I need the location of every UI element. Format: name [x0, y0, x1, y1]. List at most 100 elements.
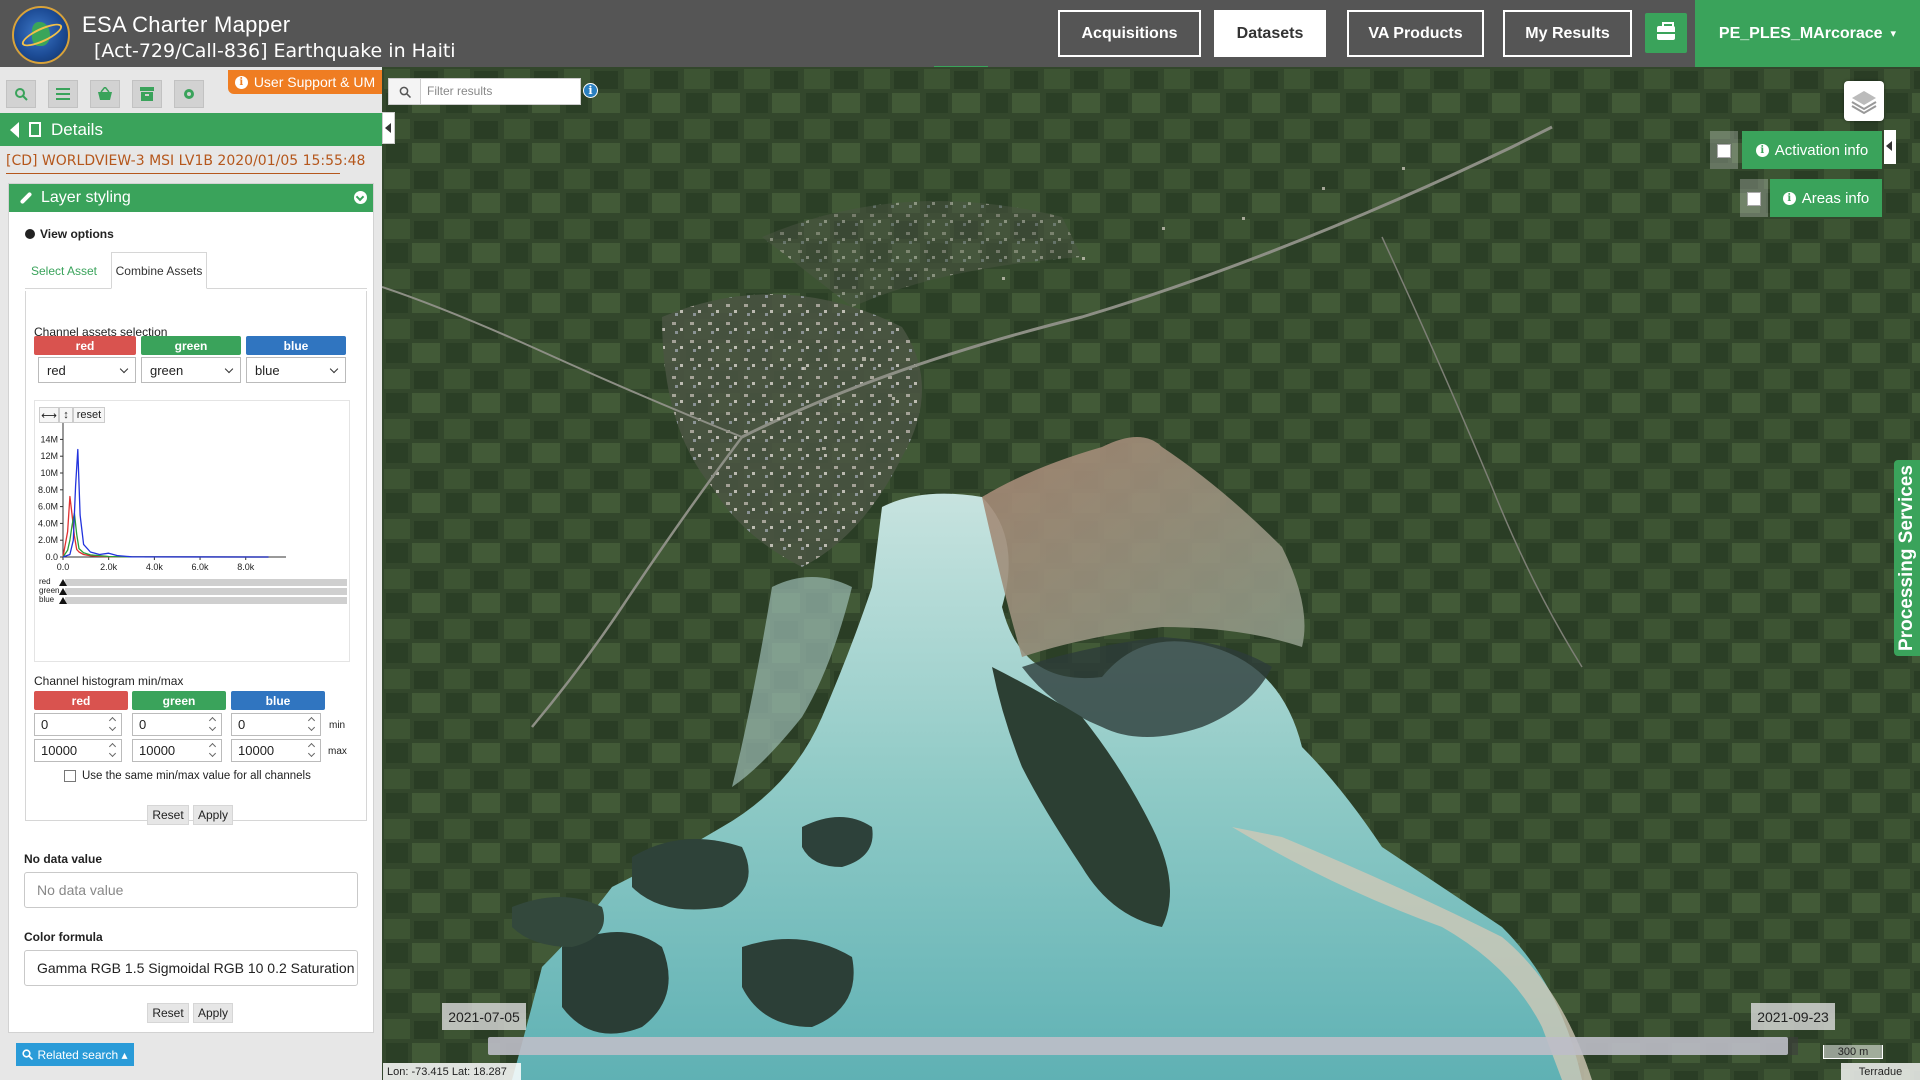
- blue-min-input[interactable]: 0: [231, 713, 321, 736]
- search-tool-button[interactable]: [6, 80, 36, 108]
- spinner-icon[interactable]: [209, 717, 217, 732]
- filter-info-icon[interactable]: i: [583, 83, 598, 98]
- filter-results-input[interactable]: Filter results: [427, 84, 492, 98]
- chevron-down-icon: [224, 364, 234, 374]
- layer-styling-header[interactable]: Layer styling: [9, 184, 373, 212]
- back-arrow-icon[interactable]: [10, 121, 19, 138]
- blue-max-value: 10000: [238, 743, 275, 758]
- tab-combine-assets[interactable]: Combine Assets: [111, 252, 207, 289]
- green-min-input[interactable]: 0: [132, 713, 222, 736]
- nav-my-results[interactable]: My Results: [1503, 10, 1632, 57]
- green-max-input[interactable]: 10000: [132, 739, 222, 762]
- archive-tool-button[interactable]: [132, 80, 162, 108]
- tab-select-asset[interactable]: Select Asset: [25, 252, 103, 289]
- spinner-icon[interactable]: [308, 743, 316, 758]
- chevron-down-icon: [329, 364, 339, 374]
- blue-max-input[interactable]: 10000: [231, 739, 321, 762]
- info-icon: i: [1782, 191, 1796, 205]
- collapse-icon[interactable]: [354, 191, 367, 204]
- channel-chip-blue: blue: [246, 336, 346, 355]
- histogram-box: ⟷ ↕ reset 0.0 2.0M 4.0M 6.0M 8.0M 10M 12M 14M 0.…: [34, 400, 350, 662]
- eye-icon: [25, 229, 35, 239]
- pan-vertical-button[interactable]: ↕: [59, 407, 73, 423]
- nav-va-products[interactable]: VA Products: [1347, 10, 1484, 57]
- filter-results-box[interactable]: Filter results: [388, 78, 581, 105]
- areas-info-button[interactable]: i Areas info: [1770, 179, 1882, 217]
- collapse-sidebar-handle[interactable]: [382, 112, 395, 144]
- pan-horizontal-button[interactable]: ⟷: [39, 407, 59, 423]
- formula-apply-button[interactable]: Apply: [193, 1003, 233, 1023]
- user-support-label: User Support & UM: [253, 74, 376, 90]
- collapse-info-handle[interactable]: [1884, 130, 1896, 164]
- red-min-input[interactable]: 0: [34, 713, 122, 736]
- document-icon: [29, 122, 41, 137]
- activation-info-button[interactable]: i Activation info: [1742, 131, 1882, 169]
- gear-icon: [184, 89, 194, 99]
- activation-info-label: Activation info: [1774, 141, 1869, 159]
- range-label-red: red: [39, 577, 51, 586]
- same-minmax-checkbox[interactable]: [64, 770, 76, 782]
- spinner-icon[interactable]: [308, 717, 316, 732]
- timeline-start-date: 2021-07-05: [442, 1003, 526, 1030]
- max-label: max: [328, 746, 347, 757]
- formula-reset-button[interactable]: Reset: [147, 1003, 189, 1023]
- sidebar-toolbar: i User Support & UM: [0, 67, 382, 113]
- series-blue: [62, 448, 269, 558]
- timeline-end-handle[interactable]: [1788, 1037, 1798, 1055]
- map-attribution: Terradue: [1841, 1063, 1920, 1080]
- list-tool-button[interactable]: [48, 80, 78, 108]
- nodata-label: No data value: [24, 852, 103, 866]
- green-min-value: 0: [139, 717, 147, 732]
- map-view[interactable]: [382, 67, 1920, 1080]
- spinner-icon[interactable]: [209, 743, 217, 758]
- related-search-button[interactable]: Related search ▴: [16, 1043, 134, 1066]
- filter-search-button[interactable]: [389, 79, 421, 104]
- timeline-slider[interactable]: [488, 1037, 1788, 1055]
- top-bar: ESA Charter Mapper [Act-729/Call-836] Ea…: [0, 0, 1920, 69]
- histogram-reset-button[interactable]: reset: [73, 407, 105, 423]
- settings-tool-button[interactable]: [174, 80, 204, 108]
- range-track-blue: [65, 597, 347, 604]
- nav-acquisitions[interactable]: Acquisitions: [1058, 10, 1201, 57]
- workspace-button[interactable]: [1645, 13, 1687, 53]
- red-channel-value: red: [47, 362, 66, 378]
- arrows-horizontal-icon: ⟷: [41, 409, 57, 422]
- timeline-end-date: 2021-09-23: [1751, 1003, 1835, 1030]
- same-minmax-label: Use the same min/max value for all chann…: [82, 770, 311, 782]
- minmax-reset-button[interactable]: Reset: [147, 805, 189, 825]
- details-header[interactable]: Details: [0, 113, 382, 146]
- layer-styling-title: Layer styling: [41, 189, 131, 206]
- layers-button[interactable]: [1844, 81, 1884, 121]
- username: PE_PLES_MArcorace: [1718, 24, 1883, 42]
- search-icon: [399, 86, 411, 98]
- activation-info-checkbox[interactable]: [1717, 144, 1731, 158]
- red-channel-select[interactable]: red: [38, 357, 136, 383]
- y-tick-label: 6.0M: [38, 502, 58, 512]
- related-search-label: Related search ▴: [37, 1047, 128, 1062]
- user-support-button[interactable]: i User Support & UM: [228, 70, 382, 94]
- processing-services-label[interactable]: Processing Services: [1896, 465, 1918, 651]
- spinner-icon[interactable]: [109, 743, 117, 758]
- nodata-input[interactable]: No data value: [24, 872, 358, 908]
- nav-datasets[interactable]: Datasets: [1214, 10, 1326, 57]
- y-tick-label: 12M: [40, 451, 58, 461]
- histogram-chart[interactable]: 0.0 2.0M 4.0M 6.0M 8.0M 10M 12M 14M 0.0 2.0k 4.0k 6…: [35, 401, 351, 663]
- color-formula-input[interactable]: Gamma RGB 1.5 Sigmoidal RGB 10 0.2 Satur…: [24, 950, 358, 986]
- range-label-blue: blue: [39, 595, 55, 604]
- red-max-input[interactable]: 10000: [34, 739, 122, 762]
- briefcase-icon: [1657, 22, 1675, 40]
- basket-tool-button[interactable]: [90, 80, 120, 108]
- spinner-icon[interactable]: [109, 717, 117, 732]
- esa-charter-logo[interactable]: [12, 6, 70, 64]
- left-sidebar: i User Support & UM Details [CD] WORLDVI…: [0, 67, 382, 1080]
- blue-channel-select[interactable]: blue: [246, 357, 346, 383]
- blue-min-value: 0: [238, 717, 246, 732]
- scale-bar: 300 m: [1823, 1045, 1883, 1059]
- user-menu[interactable]: PE_PLES_MArcorace ▾: [1695, 0, 1920, 67]
- search-icon: [15, 88, 28, 101]
- minmax-apply-button[interactable]: Apply: [193, 805, 233, 825]
- areas-info-checkbox[interactable]: [1747, 192, 1761, 206]
- green-channel-select[interactable]: green: [141, 357, 241, 383]
- minmax-chip-blue: blue: [231, 691, 325, 710]
- range-label-green: green: [39, 586, 59, 595]
